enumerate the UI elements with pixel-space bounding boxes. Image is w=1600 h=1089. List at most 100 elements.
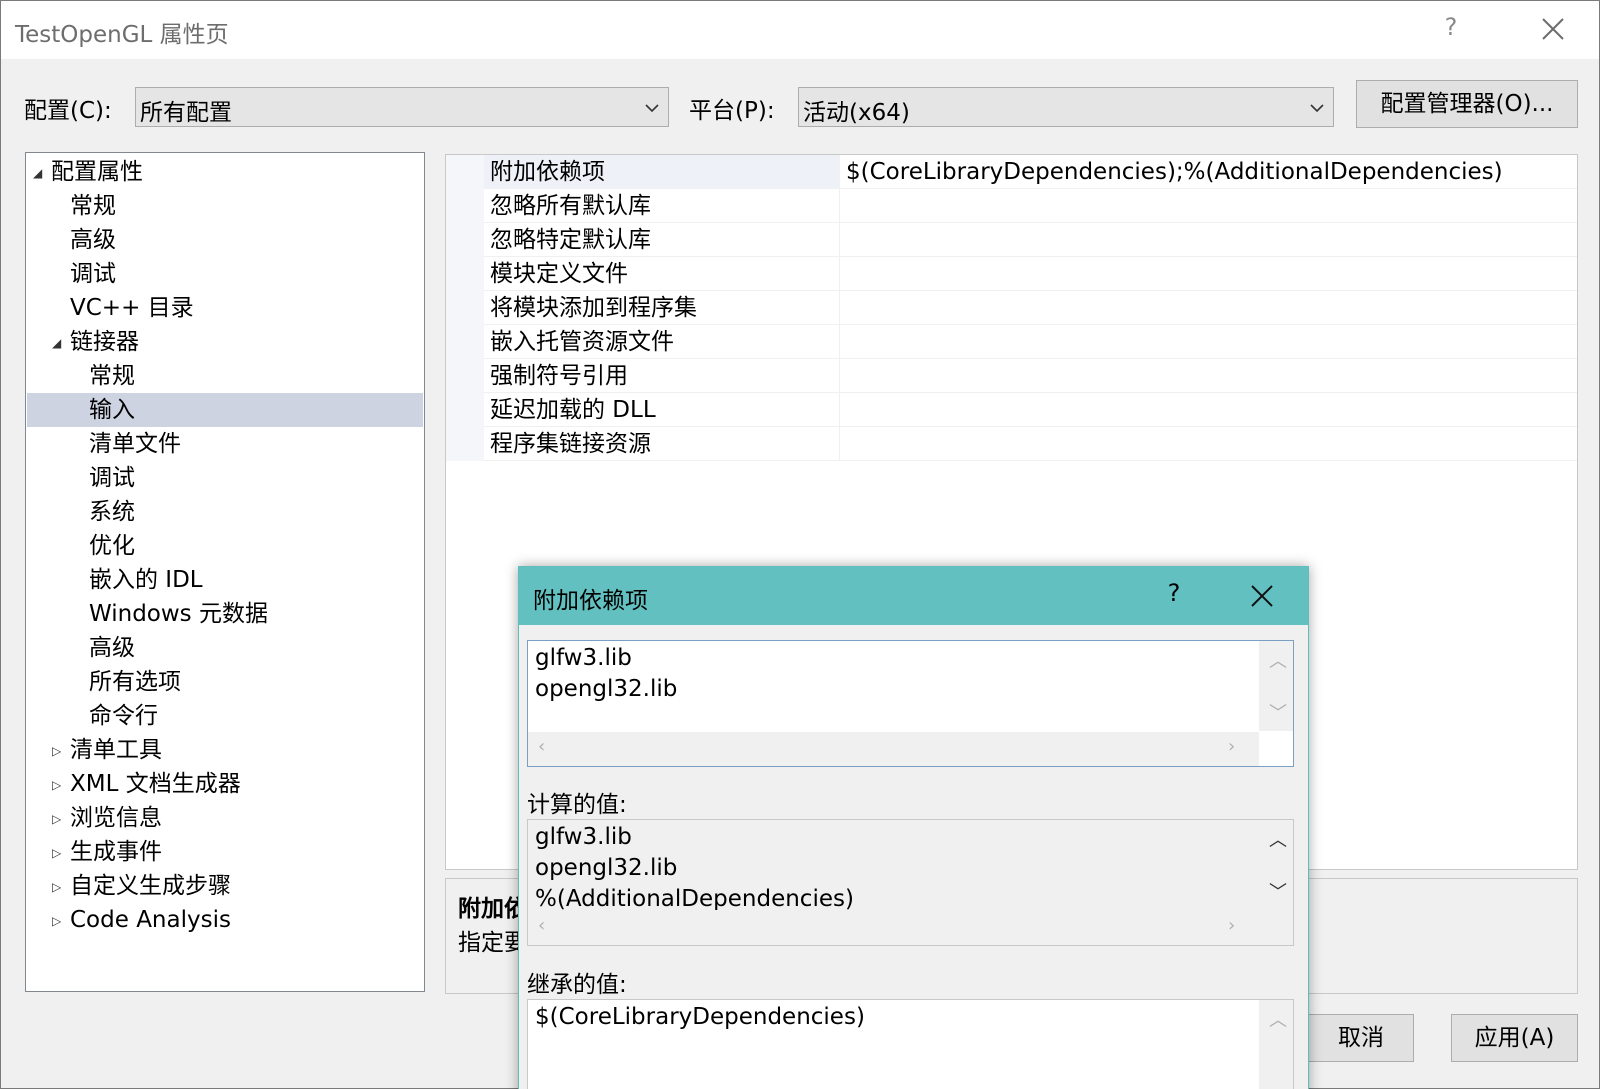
tree-item-custom-build-step[interactable]: ▷ 自定义生成步骤 <box>27 869 423 903</box>
computed-values-label: 计算的值: <box>527 792 627 818</box>
dependencies-edit-box[interactable]: glfw3.lib opengl32.lib ︿ ﹀ ‹ › <box>527 640 1294 767</box>
property-row[interactable]: 模块定义文件 <box>446 257 1577 291</box>
close-icon[interactable] <box>1531 9 1575 49</box>
config-manager-button[interactable]: 配置管理器(O)... <box>1356 80 1578 128</box>
tree-item-label: 嵌入的 IDL <box>89 567 203 593</box>
chevron-down-icon <box>1310 104 1324 113</box>
column-separator <box>839 155 840 189</box>
property-row[interactable]: 延迟加载的 DLL <box>446 393 1577 427</box>
tree-item-xml-doc-generator[interactable]: ▷ XML 文档生成器 <box>27 767 423 801</box>
tree-item-label: 生成事件 <box>70 839 162 865</box>
tree-item-debugging[interactable]: 调试 <box>27 257 423 291</box>
property-row[interactable]: 忽略所有默认库 <box>446 189 1577 223</box>
tree-item-manifest-tool[interactable]: ▷ 清单工具 <box>27 733 423 767</box>
property-name: 忽略特定默认库 <box>490 227 651 253</box>
scroll-right-icon[interactable]: › <box>1228 915 1235 936</box>
expanded-arrow-icon: ◢ <box>52 336 62 350</box>
tree-item-all-options[interactable]: 所有选项 <box>27 665 423 699</box>
column-separator <box>839 223 840 257</box>
property-name: 延迟加载的 DLL <box>490 397 656 423</box>
column-separator <box>839 189 840 223</box>
vertical-scrollbar[interactable]: ︿ ﹀ <box>1259 820 1293 910</box>
computed-line: %(AdditionalDependencies) <box>535 886 854 910</box>
tree-item-general[interactable]: 常规 <box>27 189 423 223</box>
tree-item-label: 高级 <box>89 635 135 661</box>
help-button[interactable]: ? <box>1431 13 1471 47</box>
config-label: 配置(C): <box>24 98 112 124</box>
scroll-down-icon[interactable]: ﹀ <box>1269 699 1287 725</box>
tree-item-windows-metadata[interactable]: Windows 元数据 <box>27 597 423 631</box>
property-row[interactable]: 强制符号引用 <box>446 359 1577 393</box>
platform-combo[interactable]: 活动(x64) <box>798 87 1334 127</box>
tree-item-manifest-file[interactable]: 清单文件 <box>27 427 423 461</box>
tree-item-vc-directories[interactable]: VC++ 目录 <box>27 291 423 325</box>
config-combo-value: 所有配置 <box>140 100 232 126</box>
scroll-up-icon[interactable]: ︿ <box>1269 826 1287 852</box>
tree-item-embedded-idl[interactable]: 嵌入的 IDL <box>27 563 423 597</box>
collapsed-arrow-icon: ▷ <box>52 880 62 894</box>
dialog-title-bar: 附加依赖项 ? <box>519 567 1308 625</box>
tree-item-label: XML 文档生成器 <box>70 771 241 797</box>
scroll-left-icon[interactable]: ‹ <box>538 736 545 757</box>
computed-values-box: glfw3.lib opengl32.lib %(AdditionalDepen… <box>527 819 1294 946</box>
tree-item-label: 调试 <box>89 465 135 491</box>
row-gutter <box>446 393 484 427</box>
tree-item-build-events[interactable]: ▷ 生成事件 <box>27 835 423 869</box>
property-name: 强制符号引用 <box>490 363 628 389</box>
column-separator <box>839 393 840 427</box>
property-row-additional-dependencies[interactable]: 附加依赖项 $(CoreLibraryDependencies);%(Addit… <box>446 155 1577 189</box>
scroll-down-icon[interactable]: ﹀ <box>1269 878 1287 904</box>
edit-line: opengl32.lib <box>535 676 678 702</box>
collapsed-arrow-icon: ▷ <box>52 744 62 758</box>
property-name: 忽略所有默认库 <box>490 193 651 219</box>
tree-item-linker-input[interactable]: 输入 <box>27 393 423 427</box>
tree-item-label: 输入 <box>89 397 135 423</box>
column-separator <box>839 257 840 291</box>
row-gutter <box>446 359 484 393</box>
property-row[interactable]: 将模块添加到程序集 <box>446 291 1577 325</box>
tree-item-label: 清单文件 <box>89 431 181 457</box>
property-row[interactable]: 程序集链接资源 <box>446 427 1577 461</box>
config-combo[interactable]: 所有配置 <box>135 87 669 127</box>
vertical-scrollbar[interactable]: ︿ <box>1259 1000 1293 1089</box>
tree-item-advanced[interactable]: 高级 <box>27 223 423 257</box>
vertical-scrollbar[interactable]: ︿ ﹀ <box>1259 641 1293 731</box>
row-gutter <box>446 223 484 257</box>
tree-item-label: 系统 <box>89 499 135 525</box>
apply-button[interactable]: 应用(A) <box>1451 1014 1578 1062</box>
tree-item-linker-debugging[interactable]: 调试 <box>27 461 423 495</box>
inherited-values-box: $(CoreLibraryDependencies) ︿ <box>527 999 1294 1089</box>
tree-item-code-analysis[interactable]: ▷ Code Analysis <box>27 903 423 937</box>
tree-item-browse-info[interactable]: ▷ 浏览信息 <box>27 801 423 835</box>
tree-item-label: 清单工具 <box>70 737 162 763</box>
dialog-title: 附加依赖项 <box>533 588 648 614</box>
tree-item-config-properties[interactable]: ◢ 配置属性 <box>27 155 423 189</box>
property-row[interactable]: 忽略特定默认库 <box>446 223 1577 257</box>
row-divider <box>484 460 1577 461</box>
computed-line: glfw3.lib <box>535 824 632 850</box>
scroll-up-icon[interactable]: ︿ <box>1269 647 1287 673</box>
row-gutter <box>446 257 484 291</box>
property-row[interactable]: 嵌入托管资源文件 <box>446 325 1577 359</box>
horizontal-scrollbar[interactable]: ‹ › <box>528 911 1259 945</box>
property-value[interactable]: $(CoreLibraryDependencies);%(AdditionalD… <box>846 155 1503 189</box>
scroll-up-icon[interactable]: ︿ <box>1269 1006 1287 1032</box>
tree-item-system[interactable]: 系统 <box>27 495 423 529</box>
tree-item-optimization[interactable]: 优化 <box>27 529 423 563</box>
collapsed-arrow-icon: ▷ <box>52 914 62 928</box>
dialog-close-icon[interactable] <box>1246 580 1278 612</box>
cancel-button[interactable]: 取消 <box>1308 1014 1414 1062</box>
tree-item-label: 命令行 <box>89 703 158 729</box>
tree-item-linker-advanced[interactable]: 高级 <box>27 631 423 665</box>
row-gutter <box>446 427 484 461</box>
inherited-line: $(CoreLibraryDependencies) <box>535 1004 865 1030</box>
tree-item-label: 浏览信息 <box>70 805 162 831</box>
tree-item-linker[interactable]: ◢ 链接器 <box>27 325 423 359</box>
column-separator <box>839 325 840 359</box>
tree-item-command-line[interactable]: 命令行 <box>27 699 423 733</box>
tree-item-linker-general[interactable]: 常规 <box>27 359 423 393</box>
horizontal-scrollbar[interactable]: ‹ › <box>528 732 1259 766</box>
scroll-left-icon[interactable]: ‹ <box>538 915 545 936</box>
scroll-right-icon[interactable]: › <box>1228 736 1235 757</box>
dialog-help-button[interactable]: ? <box>1159 579 1189 607</box>
